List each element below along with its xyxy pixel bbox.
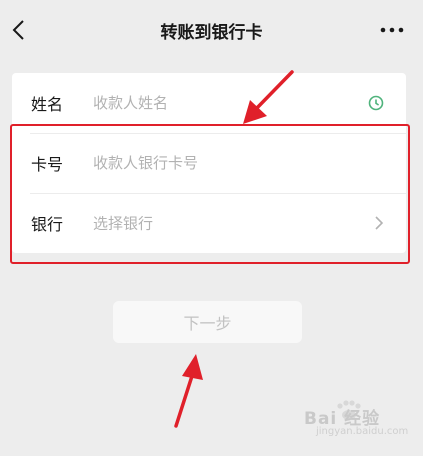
watermark-subtext: jingyan.baidu.com xyxy=(316,426,409,437)
name-input[interactable] xyxy=(93,94,343,112)
name-row[interactable]: 姓名 xyxy=(12,73,406,133)
card-number-input[interactable] xyxy=(93,154,343,172)
chevron-right-icon xyxy=(375,216,384,230)
card-number-row[interactable]: 卡号 xyxy=(12,133,406,193)
bank-label: 银行 xyxy=(31,215,64,234)
bank-select[interactable]: 选择银行 xyxy=(93,213,343,234)
bank-row[interactable]: 银行 选择银行 xyxy=(12,193,406,253)
name-label: 姓名 xyxy=(31,95,64,114)
more-button[interactable] xyxy=(379,18,405,42)
annotation-arrow xyxy=(174,354,203,428)
next-button[interactable]: 下一步 xyxy=(113,301,302,343)
card-number-label: 卡号 xyxy=(31,155,64,174)
nav-bar: 转账到银行卡 xyxy=(0,0,423,60)
clock-icon[interactable] xyxy=(368,95,384,111)
ellipsis-icon xyxy=(380,27,404,33)
transfer-form: 姓名 卡号 银行 选择银行 xyxy=(12,73,406,253)
page-title: 转账到银行卡 xyxy=(160,23,263,43)
